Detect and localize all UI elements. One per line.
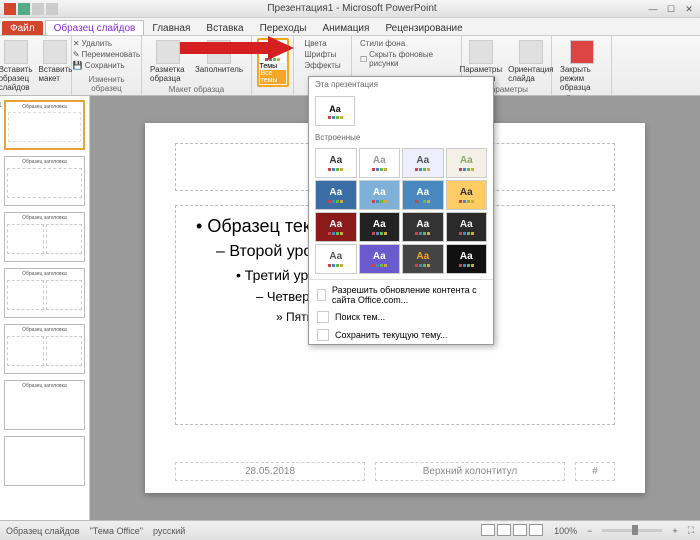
status-language[interactable]: русский [153, 526, 185, 536]
orientation-button[interactable]: Ориентация слайда [506, 38, 555, 85]
theme-swatch[interactable]: Aa [359, 180, 401, 210]
bg-styles-button[interactable]: Стили фона [358, 38, 455, 49]
hide-bg-checkbox[interactable]: ☐Скрыть фоновые рисунки [358, 49, 455, 69]
insert-layout-button[interactable]: Вставить макет [37, 38, 75, 94]
edit-master-group-label: Изменить образец [78, 75, 135, 93]
theme-grid: AaAaAaAaAaAaAaAaAaAaAaAaAaAaAaAa [309, 145, 493, 277]
rename-button[interactable]: ✎Переименовать [71, 49, 142, 60]
ribbon-tabs: Файл Образец слайдов Главная Вставка Пер… [0, 18, 700, 36]
theme-swatch[interactable]: Aa [315, 180, 357, 210]
theme-swatch[interactable]: Aa [402, 148, 444, 178]
tab-slide-master[interactable]: Образец слайдов [45, 20, 145, 35]
master-layout-group-label: Макет образца [169, 85, 224, 94]
slide-thumbnails-panel[interactable]: 1 Образец заголовка Образец заголовка Об… [0, 96, 90, 520]
page-setup-icon [469, 40, 493, 64]
layout-thumbnail[interactable]: Образец заголовка [4, 212, 85, 262]
layout-icon [43, 40, 67, 64]
delete-icon: ✕ [73, 39, 80, 48]
undo-icon[interactable] [32, 3, 44, 15]
browse-themes-menu-item[interactable]: Поиск тем... [309, 308, 493, 326]
effects-button[interactable]: Эффекты [302, 60, 342, 71]
layout-thumbnail[interactable]: Образец заголовка [4, 380, 85, 430]
preserve-icon: 💾 [73, 61, 83, 70]
theme-swatch[interactable]: Aa [315, 212, 357, 242]
footer-placeholder[interactable]: Верхний колонтитул [375, 462, 565, 481]
tab-insert[interactable]: Вставка [198, 21, 251, 35]
enable-updates-menu-item[interactable]: Разрешить обновление контента с сайта Of… [309, 282, 493, 308]
save-theme-menu-item[interactable]: Сохранить текущую тему... [309, 326, 493, 344]
theme-swatch[interactable]: Aa [446, 148, 488, 178]
zoom-out-button[interactable]: − [587, 526, 592, 536]
current-theme-swatch[interactable]: Aa [315, 96, 355, 126]
fonts-button[interactable]: Шрифты [302, 49, 342, 60]
title-bar: Презентация1 - Microsoft PowerPoint — ☐ … [0, 0, 700, 18]
theme-swatch[interactable]: Aa [402, 244, 444, 274]
layout-thumbnail[interactable]: Образец заголовка [4, 324, 85, 374]
tab-animations[interactable]: Анимация [314, 21, 377, 35]
tab-file[interactable]: Файл [2, 21, 43, 35]
theme-swatch[interactable]: Aa [446, 180, 488, 210]
slide-master-icon [4, 40, 28, 64]
maximize-icon[interactable]: ☐ [664, 4, 678, 14]
delete-button[interactable]: ✕Удалить [71, 38, 142, 49]
close-icon[interactable]: ✕ [682, 4, 696, 14]
theme-swatch[interactable]: Aa [402, 212, 444, 242]
theme-swatch[interactable]: Aa [315, 244, 357, 274]
status-bar: Образец слайдов "Тема Office" русский 10… [0, 520, 700, 540]
layout-thumbnail[interactable] [4, 436, 85, 486]
theme-swatch[interactable]: Aa [446, 244, 488, 274]
status-slide-master: Образец слайдов [6, 526, 80, 536]
save-icon [317, 329, 329, 341]
layout-thumbnail[interactable]: Образец заголовка [4, 268, 85, 318]
document-title: Презентация1 - Microsoft PowerPoint [58, 3, 646, 14]
theme-swatch[interactable]: Aa [446, 212, 488, 242]
gallery-section-builtin: Встроенные [309, 130, 493, 145]
rename-icon: ✎ [73, 50, 80, 59]
annotation-arrow [180, 36, 295, 60]
globe-icon [317, 289, 326, 301]
app-icon [4, 3, 16, 15]
master-thumbnail[interactable]: 1 Образец заголовка [4, 100, 85, 150]
theme-swatch[interactable]: Aa [315, 148, 357, 178]
zoom-level[interactable]: 100% [554, 526, 577, 536]
themes-gallery-dropdown: Эта презентация Aa Встроенные AaAaAaAaAa… [308, 76, 494, 345]
status-theme: "Тема Office" [90, 526, 143, 536]
page-number-placeholder[interactable]: # [575, 462, 615, 481]
preserve-button[interactable]: 💾Сохранить [71, 60, 142, 71]
fit-window-button[interactable]: ⛶ [688, 525, 694, 536]
theme-swatch[interactable]: Aa [402, 180, 444, 210]
zoom-in-button[interactable]: + [672, 526, 677, 536]
gallery-section-current: Эта презентация [309, 77, 493, 92]
master-layout-icon [156, 40, 180, 64]
tab-transitions[interactable]: Переходы [252, 21, 315, 35]
close-master-icon [570, 40, 594, 64]
folder-icon [317, 311, 329, 323]
layout-thumbnail[interactable]: Образец заголовка [4, 156, 85, 206]
insert-slide-master-button[interactable]: Вставить образец слайдов [0, 38, 35, 94]
save-icon[interactable] [18, 3, 30, 15]
zoom-slider[interactable] [602, 529, 662, 532]
tab-review[interactable]: Рецензирование [377, 21, 470, 35]
date-placeholder[interactable]: 28.05.2018 [175, 462, 365, 481]
redo-icon[interactable] [46, 3, 58, 15]
theme-swatch[interactable]: Aa [359, 148, 401, 178]
close-master-button[interactable]: Закрыть режим образца [558, 38, 605, 94]
theme-swatch[interactable]: Aa [359, 244, 401, 274]
orientation-icon [519, 40, 543, 64]
tab-home[interactable]: Главная [144, 21, 198, 35]
minimize-icon[interactable]: — [646, 4, 660, 14]
theme-swatch[interactable]: Aa [359, 212, 401, 242]
colors-button[interactable]: Цвета [302, 38, 342, 49]
view-buttons[interactable] [480, 524, 544, 538]
